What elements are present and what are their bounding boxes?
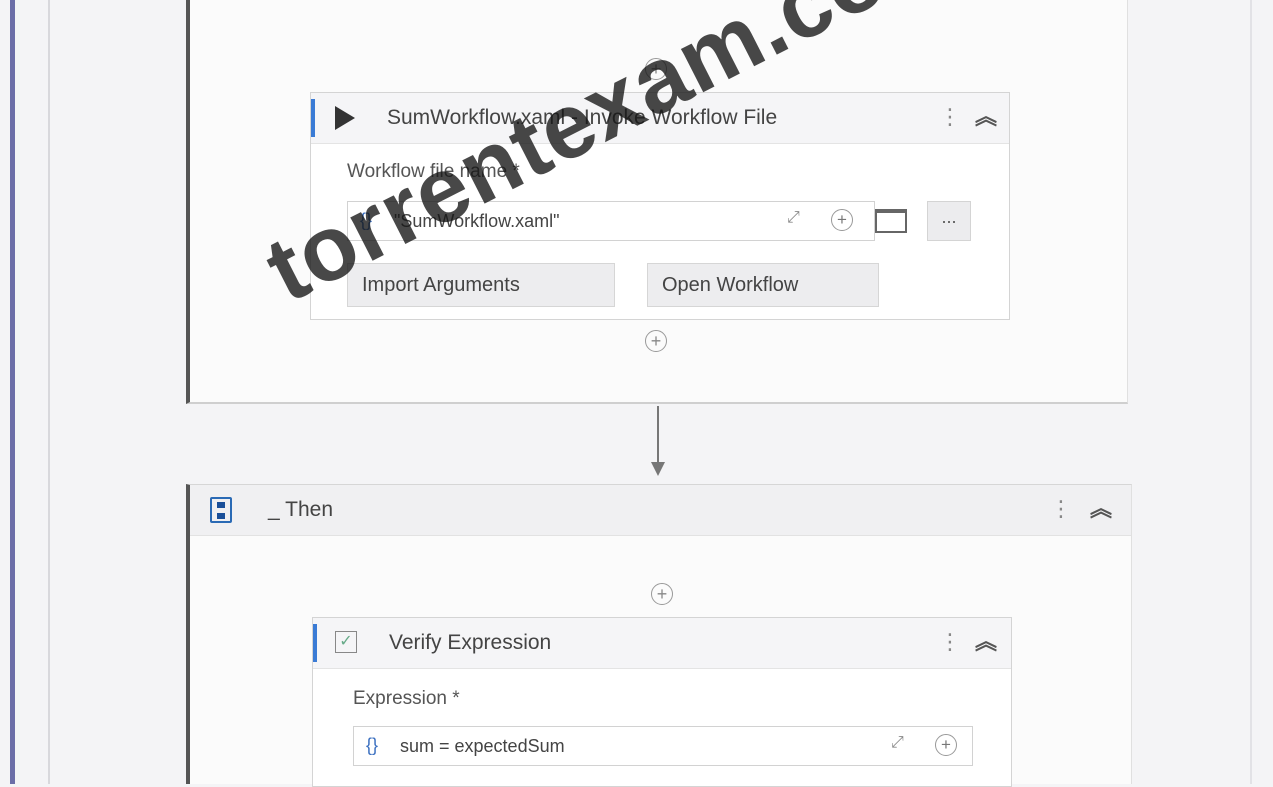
expand-editor-icon[interactable]: ⤢	[891, 734, 904, 752]
expand-editor-icon[interactable]: ⤢	[787, 209, 800, 227]
verify-card-title: Verify Expression	[389, 631, 552, 654]
collapse-icon[interactable]: ︽	[975, 106, 997, 128]
open-workflow-button[interactable]: Open Workflow	[647, 263, 879, 307]
workflow-file-name-value: "SumWorkflow.xaml"	[394, 211, 560, 231]
play-icon	[335, 106, 355, 130]
import-arguments-button[interactable]: Import Arguments	[347, 263, 615, 307]
card-accent-bar	[311, 99, 315, 137]
verify-card-header[interactable]: ✓ Verify Expression ⋮ ︽	[313, 618, 1011, 669]
add-activity-icon[interactable]: +	[645, 330, 667, 352]
more-options-icon[interactable]: ⋮	[939, 631, 961, 653]
sequence-container-top: + SumWorkflow.xaml - Invoke Workflow Fil…	[186, 0, 1128, 404]
then-sequence-header[interactable]: _ Then ⋮ ︽	[190, 485, 1131, 536]
expression-braces-icon: {}	[366, 735, 379, 755]
add-activity-icon[interactable]: +	[645, 58, 667, 80]
collapse-icon[interactable]: ︽	[1090, 498, 1112, 520]
sequence-icon	[210, 497, 232, 523]
workflow-file-name-label: Workflow file name *	[347, 161, 520, 182]
verify-expression-card[interactable]: ✓ Verify Expression ⋮ ︽ Expression * {} …	[312, 617, 1012, 787]
then-sequence-container: _ Then ⋮ ︽ + ✓ Verify Expression ⋮ ︽ Exp…	[186, 484, 1132, 787]
left-accent-bar	[10, 0, 15, 784]
expression-value: sum = expectedSum	[400, 736, 565, 756]
right-panel-divider	[1250, 0, 1252, 784]
more-options-icon[interactable]: ⋮	[939, 106, 961, 128]
collapse-icon[interactable]: ︽	[975, 631, 997, 653]
add-variable-icon[interactable]: +	[831, 209, 853, 231]
left-panel-divider	[48, 0, 50, 784]
expression-braces-icon: {}	[360, 210, 373, 230]
more-options-icon[interactable]: ⋮	[1050, 498, 1072, 520]
checkbox-icon: ✓	[335, 631, 357, 653]
arrow-down-icon	[651, 462, 665, 476]
invoke-workflow-card[interactable]: SumWorkflow.xaml - Invoke Workflow File …	[310, 92, 1010, 320]
invoke-card-title: SumWorkflow.xaml - Invoke Workflow File	[387, 106, 778, 129]
flow-connector	[657, 406, 659, 466]
browse-button[interactable]: ...	[927, 201, 971, 241]
expression-input[interactable]: {} sum = expectedSum	[353, 726, 973, 766]
folder-icon[interactable]	[875, 209, 907, 233]
card-accent-bar	[313, 624, 317, 662]
then-sequence-title: _ Then	[268, 498, 333, 521]
invoke-card-header[interactable]: SumWorkflow.xaml - Invoke Workflow File …	[311, 93, 1009, 144]
add-variable-icon[interactable]: +	[935, 734, 957, 756]
add-activity-icon[interactable]: +	[651, 583, 673, 605]
expression-label: Expression *	[353, 688, 460, 709]
